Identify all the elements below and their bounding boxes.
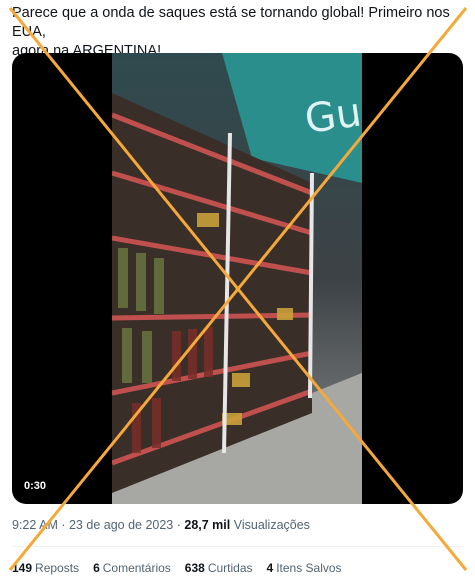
meta-separator: · (173, 518, 185, 532)
tweet-meta: 9:22 AM · 23 de ago de 2023 · 28,7 mil V… (12, 518, 310, 532)
meta-separator: · (57, 518, 69, 532)
likes-stat[interactable]: 638 Curtidas (185, 561, 253, 575)
engagement-stats: 149 Reposts 6 Comentários 638 Curtidas 4 Ite… (12, 561, 342, 575)
video-duration: 0:30 (19, 478, 52, 494)
tweet-time[interactable]: 9:22 AM (12, 518, 58, 532)
views-count: 28,7 mil (184, 518, 231, 532)
tweet-date[interactable]: 23 de ago de 2023 (69, 518, 173, 532)
video-player[interactable]: Gu 0:30 (12, 53, 463, 504)
reposts-stat[interactable]: 149 Reposts (12, 561, 79, 575)
divider (12, 546, 463, 547)
views-label: Visualizações (233, 518, 310, 532)
comments-stat[interactable]: 6 Comentários (93, 561, 171, 575)
saves-stat[interactable]: 4 Itens Salvos (267, 561, 342, 575)
video-frame: Gu (112, 53, 362, 504)
store-sign-text: Gu (302, 90, 362, 143)
